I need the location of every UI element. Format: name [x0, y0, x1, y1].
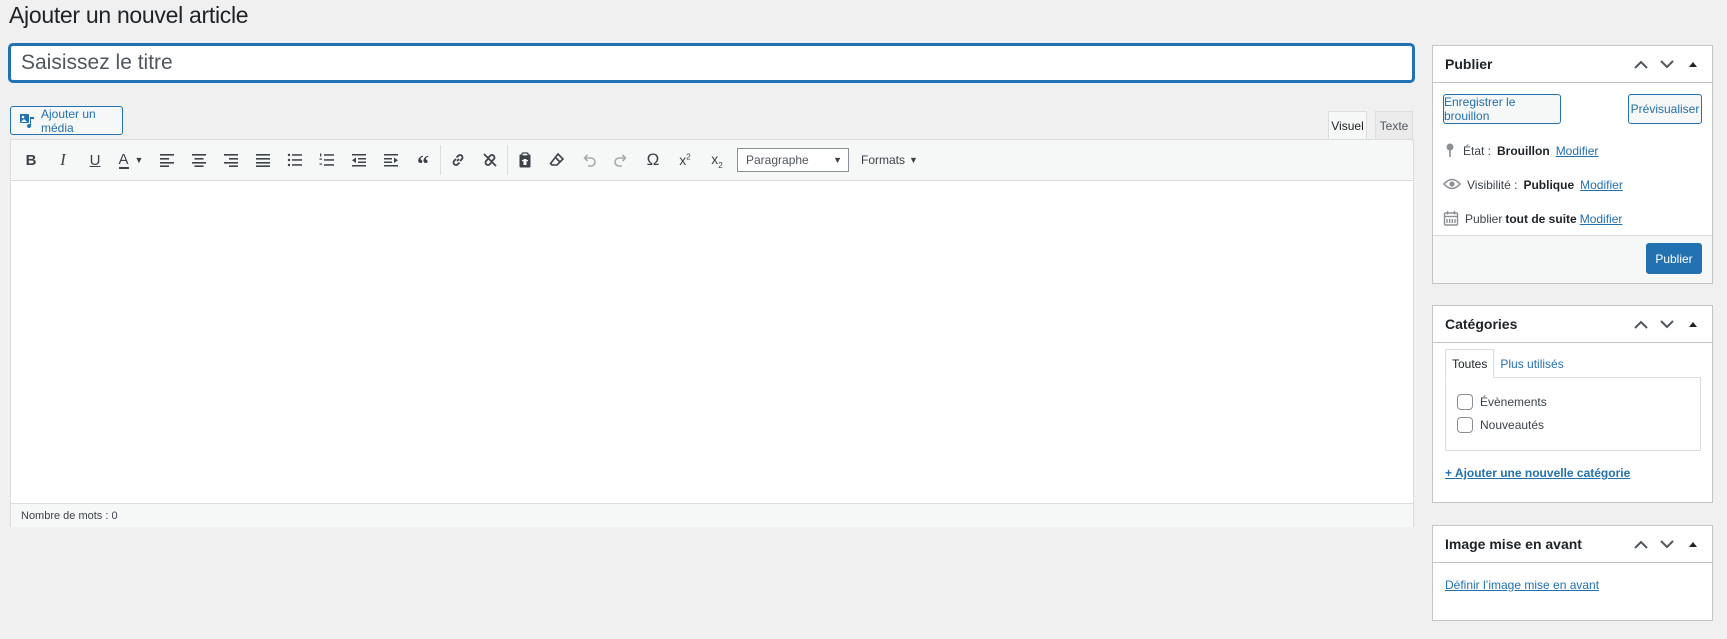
media-icon [19, 113, 35, 129]
edit-status-link[interactable]: Modifier [1556, 144, 1599, 158]
publish-date-row: Publier tout de suite Modifier [1443, 208, 1622, 230]
featured-image-box: Image mise en avant Définir l’image mise… [1432, 525, 1713, 621]
featured-image-box-header: Image mise en avant [1433, 526, 1712, 563]
category-label: Évènements [1480, 395, 1547, 409]
collapse-icon[interactable] [1680, 51, 1706, 77]
numbered-list-icon[interactable] [311, 145, 343, 175]
pin-icon [1443, 142, 1457, 161]
tab-most-used[interactable]: Plus utilisés [1494, 349, 1569, 378]
publish-box-header: Publier [1433, 46, 1712, 83]
category-label: Nouveautés [1480, 418, 1545, 432]
edit-visibility-link[interactable]: Modifier [1580, 178, 1623, 192]
add-media-button[interactable]: Ajouter un média [10, 106, 123, 135]
featured-image-box-title: Image mise en avant [1445, 536, 1582, 552]
editor-toolbar: B I U A ▼ “ Ω x2 x2 Paragraphe ▼ Formats… [11, 140, 1413, 181]
categories-box: Catégories Toutes Plus utilisés Évènemen… [1432, 305, 1713, 503]
category-checkbox[interactable] [1457, 417, 1473, 433]
align-center-icon[interactable] [183, 145, 215, 175]
outdent-icon[interactable] [343, 145, 375, 175]
status-row: État : Brouillon Modifier [1443, 140, 1598, 162]
collapse-icon[interactable] [1680, 311, 1706, 337]
move-up-icon[interactable] [1628, 531, 1654, 557]
word-count: Nombre de mots : 0 [21, 509, 118, 522]
categories-box-title: Catégories [1445, 316, 1518, 332]
status-value: Brouillon [1497, 144, 1550, 158]
align-left-icon[interactable] [151, 145, 183, 175]
italic-icon[interactable]: I [47, 145, 79, 175]
categories-list: Évènements Nouveautés [1445, 377, 1701, 451]
visibility-row: Visibilité : Publique Modifier [1442, 174, 1623, 196]
bullet-list-icon[interactable] [279, 145, 311, 175]
list-item: Évènements [1457, 394, 1547, 410]
block-format-value: Paragraphe [746, 153, 809, 167]
formats-menu-label: Formats [861, 153, 906, 167]
preview-button[interactable]: Prévisualiser [1628, 94, 1702, 124]
move-down-icon[interactable] [1654, 51, 1680, 77]
eye-icon [1442, 178, 1462, 193]
underline-icon[interactable]: U [79, 145, 111, 175]
special-char-icon[interactable]: Ω [637, 145, 669, 175]
indent-icon[interactable] [375, 145, 407, 175]
editor-statusbar: Nombre de mots : 0 [11, 503, 1413, 527]
superscript-icon[interactable]: x2 [669, 145, 701, 175]
tab-visual[interactable]: Visuel [1328, 111, 1367, 140]
formats-menu[interactable]: Formats ▼ [861, 153, 918, 167]
add-media-label: Ajouter un média [41, 106, 96, 135]
calendar-icon [1443, 210, 1459, 229]
text-color-icon[interactable]: A ▼ [111, 145, 151, 175]
publish-button[interactable]: Publier [1646, 243, 1702, 274]
chevron-down-icon: ▼ [909, 155, 918, 165]
move-up-icon[interactable] [1628, 51, 1654, 77]
categories-box-header: Catégories [1433, 306, 1712, 343]
link-icon[interactable] [442, 145, 474, 175]
list-item: Nouveautés [1457, 417, 1544, 433]
block-format-select[interactable]: Paragraphe ▼ [737, 148, 849, 172]
move-down-icon[interactable] [1654, 531, 1680, 557]
publish-box-title: Publier [1445, 56, 1493, 72]
tab-text[interactable]: Texte [1375, 111, 1413, 140]
bold-icon[interactable]: B [15, 145, 47, 175]
post-title-input[interactable] [9, 44, 1414, 82]
chevron-down-icon: ▼ [833, 155, 842, 165]
status-label: État : [1463, 144, 1492, 158]
redo-icon[interactable] [605, 145, 637, 175]
visibility-value: Publique [1523, 178, 1575, 192]
category-checkbox[interactable] [1457, 394, 1473, 410]
align-right-icon[interactable] [215, 145, 247, 175]
tab-all-categories[interactable]: Toutes [1445, 349, 1495, 378]
visibility-label: Visibilité : [1467, 178, 1518, 192]
move-down-icon[interactable] [1654, 311, 1680, 337]
blockquote-icon[interactable]: “ [407, 145, 439, 177]
set-featured-image-link[interactable]: Définir l’image mise en avant [1445, 578, 1599, 592]
clear-formatting-icon[interactable] [541, 145, 573, 175]
publish-label: Publier [1465, 212, 1503, 226]
paste-text-icon[interactable] [509, 145, 541, 175]
page-title: Ajouter un nouvel article [9, 2, 249, 28]
unlink-icon[interactable] [474, 145, 506, 175]
edit-date-link[interactable]: Modifier [1580, 212, 1623, 226]
align-justify-icon[interactable] [247, 145, 279, 175]
collapse-icon[interactable] [1680, 531, 1706, 557]
toolbar-separator [440, 145, 441, 175]
publish-value: tout de suite [1505, 212, 1577, 226]
add-category-link[interactable]: + Ajouter une nouvelle catégorie [1445, 466, 1630, 480]
publish-box: Publier Enregistrer le brouillon Prévisu… [1432, 45, 1713, 284]
save-draft-button[interactable]: Enregistrer le brouillon [1443, 94, 1561, 124]
content-editor: B I U A ▼ “ Ω x2 x2 Paragraphe ▼ Formats… [10, 139, 1414, 527]
move-up-icon[interactable] [1628, 311, 1654, 337]
editor-content-area[interactable] [11, 181, 1413, 503]
undo-icon[interactable] [573, 145, 605, 175]
subscript-icon[interactable]: x2 [701, 145, 733, 175]
toolbar-separator [507, 145, 508, 175]
publish-box-footer: Publier [1433, 235, 1712, 283]
